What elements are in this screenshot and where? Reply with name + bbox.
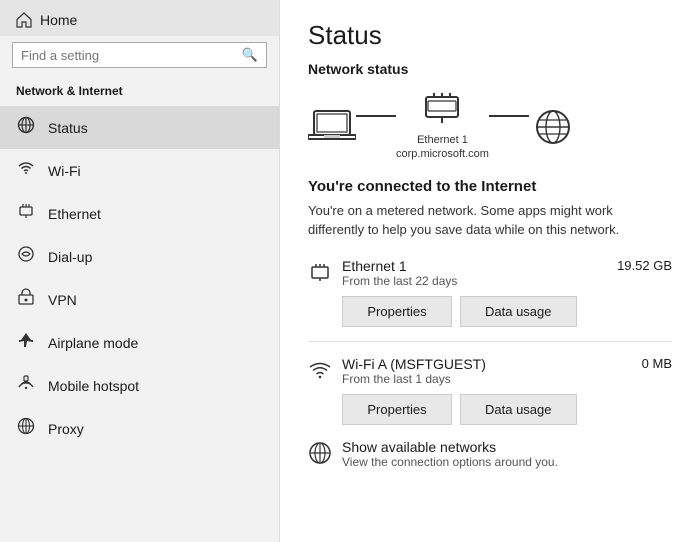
card-name-wifi: Wi-Fi A (MSFTGUEST): [342, 356, 486, 372]
connected-text: You're connected to the Internet: [308, 178, 672, 195]
sidebar-item-airplane-label: Airplane mode: [48, 335, 138, 351]
sidebar-item-proxy-label: Proxy: [48, 421, 84, 437]
sidebar: Home 🔍 Network & Internet Status: [0, 0, 280, 542]
sidebar-item-vpn[interactable]: VPN: [0, 278, 279, 321]
card-ethernet-icon: [308, 260, 332, 287]
card-header-ethernet: Ethernet 1 From the last 22 days 19.52 G…: [308, 258, 672, 288]
ethernet-icon: [16, 202, 36, 225]
search-box: 🔍: [12, 42, 267, 68]
wifi-properties-button[interactable]: Properties: [342, 394, 452, 425]
sidebar-item-hotspot-label: Mobile hotspot: [48, 378, 139, 394]
wifi-icon: [16, 159, 36, 182]
proxy-icon: [16, 417, 36, 440]
card-header-wifi: Wi-Fi A (MSFTGUEST) From the last 1 days…: [308, 356, 672, 386]
card-data-wifi: 0 MB: [642, 356, 672, 371]
sub-text: You're on a metered network. Some apps m…: [308, 201, 672, 240]
card-left-ethernet: Ethernet 1 From the last 22 days: [308, 258, 457, 288]
search-input[interactable]: [21, 48, 242, 63]
card-divider: [308, 341, 672, 342]
sidebar-item-hotspot[interactable]: Mobile hotspot: [0, 364, 279, 407]
status-icon: [16, 116, 36, 139]
show-networks[interactable]: Show available networks View the connect…: [308, 439, 672, 469]
sidebar-item-dialup-label: Dial-up: [48, 249, 92, 265]
sidebar-item-wifi-label: Wi-Fi: [48, 163, 81, 179]
ethernet-device: Ethernet 1 corp.microsoft.com: [396, 91, 489, 162]
sidebar-item-dialup[interactable]: Dial-up: [0, 235, 279, 278]
ethernet-properties-button[interactable]: Properties: [342, 296, 452, 327]
globe-icon: [529, 105, 577, 147]
laptop-icon: [308, 107, 356, 145]
show-networks-icon: [308, 441, 332, 468]
show-networks-title: Show available networks: [342, 439, 558, 455]
ethernet-device-icon: [418, 91, 466, 129]
card-info-wifi: Wi-Fi A (MSFTGUEST) From the last 1 days: [342, 356, 486, 386]
home-label: Home: [40, 12, 77, 28]
page-title: Status: [308, 20, 672, 51]
sidebar-item-ethernet[interactable]: Ethernet: [0, 192, 279, 235]
card-buttons-ethernet: Properties Data usage: [342, 296, 672, 327]
network-diagram: Ethernet 1 corp.microsoft.com: [308, 91, 672, 162]
airplane-icon: [16, 331, 36, 354]
wifi-datausage-button[interactable]: Data usage: [460, 394, 577, 425]
line1: [356, 115, 396, 117]
sidebar-item-vpn-label: VPN: [48, 292, 77, 308]
card-name-ethernet: Ethernet 1: [342, 258, 457, 274]
section-title: Network & Internet: [0, 78, 279, 106]
hotspot-icon: [16, 374, 36, 397]
sidebar-item-airplane[interactable]: Airplane mode: [0, 321, 279, 364]
show-networks-text: Show available networks View the connect…: [342, 439, 558, 469]
network-card-wifi: Wi-Fi A (MSFTGUEST) From the last 1 days…: [308, 356, 672, 425]
card-wifi-icon: [308, 358, 332, 385]
card-sub-ethernet: From the last 22 days: [342, 274, 457, 288]
card-sub-wifi: From the last 1 days: [342, 372, 486, 386]
card-left-wifi: Wi-Fi A (MSFTGUEST) From the last 1 days: [308, 356, 486, 386]
card-info-ethernet: Ethernet 1 From the last 22 days: [342, 258, 457, 288]
laptop-device: [308, 107, 356, 145]
card-data-ethernet: 19.52 GB: [617, 258, 672, 273]
main-content: Status Network status Ethern: [280, 0, 700, 542]
card-buttons-wifi: Properties Data usage: [342, 394, 672, 425]
ethernet-datausage-button[interactable]: Data usage: [460, 296, 577, 327]
show-networks-sub: View the connection options around you.: [342, 455, 558, 469]
sidebar-home-button[interactable]: Home: [0, 0, 279, 36]
search-icon: 🔍: [242, 47, 258, 63]
sidebar-item-status-label: Status: [48, 120, 88, 136]
network-card-ethernet: Ethernet 1 From the last 22 days 19.52 G…: [308, 258, 672, 327]
sidebar-item-status[interactable]: Status: [0, 106, 279, 149]
sidebar-item-wifi[interactable]: Wi-Fi: [0, 149, 279, 192]
sidebar-item-ethernet-label: Ethernet: [48, 206, 101, 222]
sidebar-item-proxy[interactable]: Proxy: [0, 407, 279, 450]
home-icon: [16, 12, 32, 28]
vpn-icon: [16, 288, 36, 311]
device-label: Ethernet 1 corp.microsoft.com: [396, 133, 489, 162]
line2: [489, 115, 529, 117]
dialup-icon: [16, 245, 36, 268]
network-status-heading: Network status: [308, 61, 672, 77]
globe-device: [529, 105, 577, 147]
